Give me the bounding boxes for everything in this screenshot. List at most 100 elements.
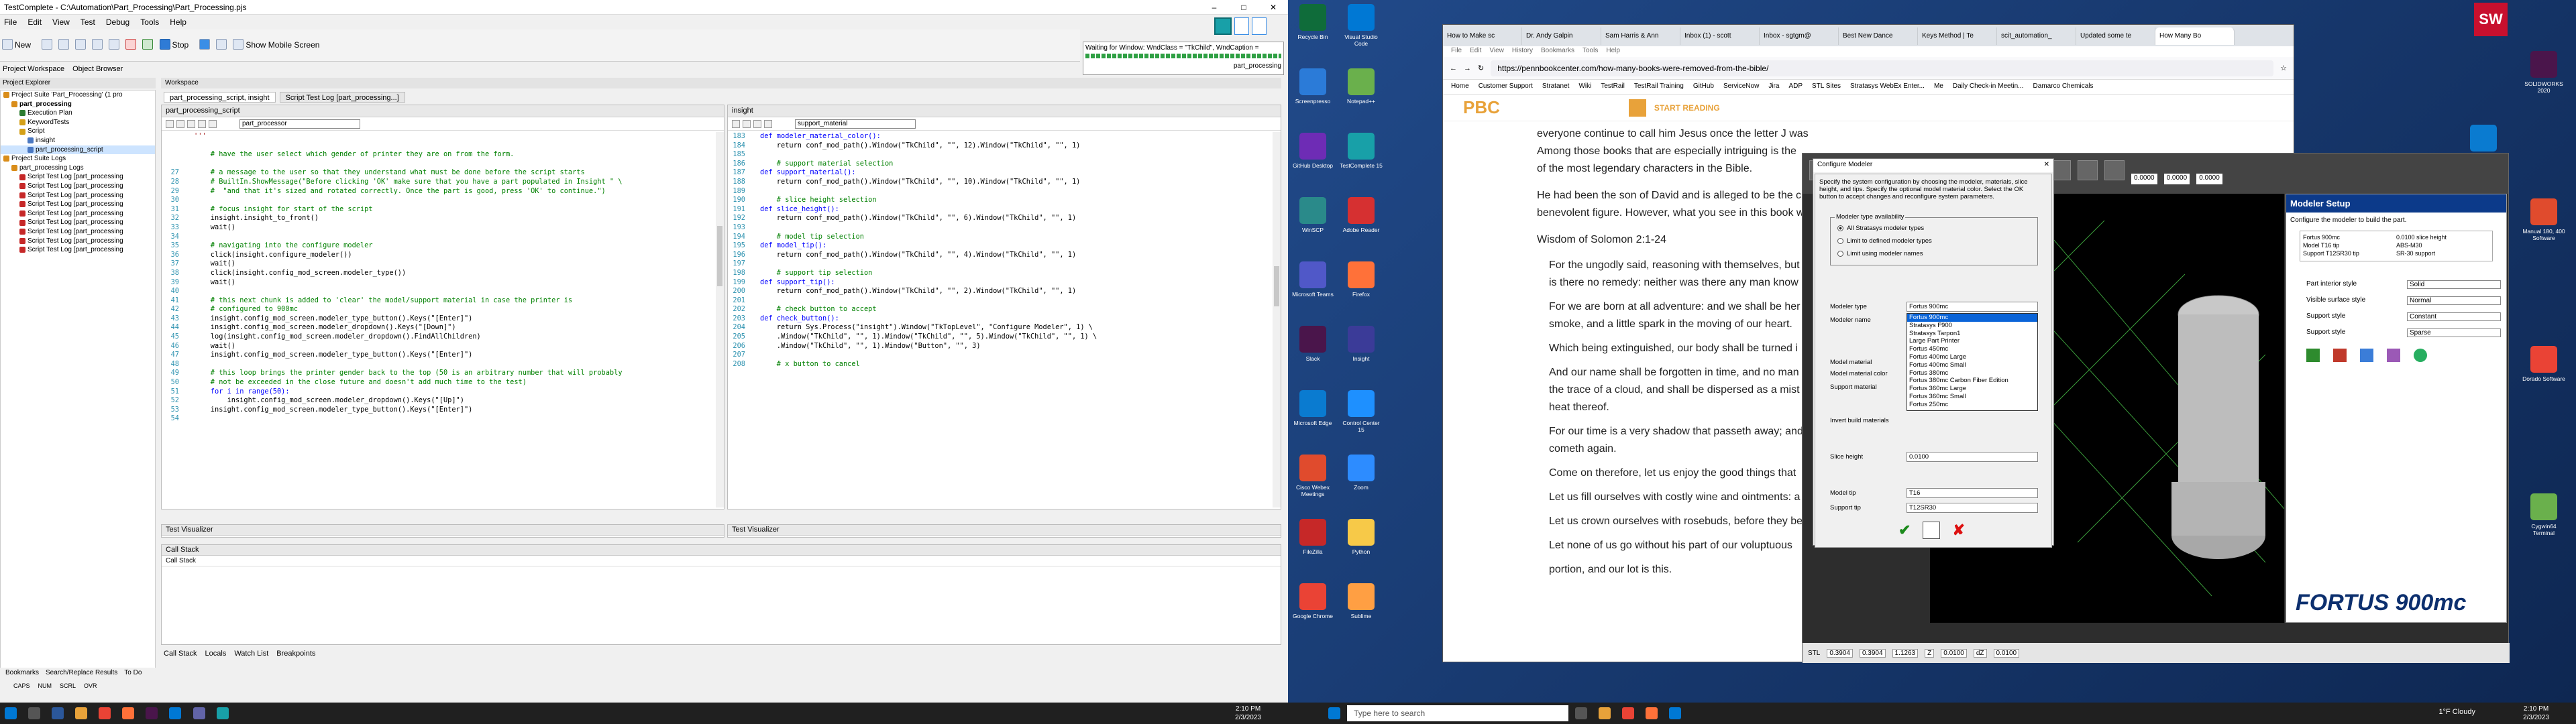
tree-item[interactable]: Script — [1, 127, 155, 136]
toolbar-value[interactable]: 0.0000 — [2131, 174, 2157, 184]
task-view-icon[interactable] — [52, 707, 64, 719]
status-tab[interactable]: Bookmarks — [5, 669, 39, 678]
start-reading-link[interactable]: START READING — [1654, 103, 1720, 113]
workspace-tab[interactable]: Object Browser — [72, 65, 123, 73]
desktop-shortcut[interactable]: TestComplete 15 — [1340, 131, 1383, 176]
settings-icon[interactable] — [2104, 160, 2125, 180]
modeler-option[interactable]: Stratasys Tarpon1 — [1907, 330, 2037, 338]
document-tab[interactable]: Script Test Log [part_processing...] — [279, 92, 405, 103]
firefox-icon[interactable] — [1646, 707, 1658, 719]
bookmark-link[interactable]: Stratanet — [1542, 82, 1570, 91]
open-icon[interactable] — [42, 39, 53, 50]
browser-tab[interactable]: Inbox (1) - scott — [1680, 27, 1760, 45]
browser-tab[interactable]: How Many Bo — [2155, 27, 2235, 45]
save-all-icon[interactable] — [75, 39, 87, 50]
vscode-icon[interactable] — [169, 707, 182, 719]
browser-tab[interactable]: Updated some te — [2076, 27, 2155, 45]
browser-tab[interactable]: Inbox - sgtgm@ — [1760, 27, 1839, 45]
bookmark-link[interactable]: GitHub — [1693, 82, 1714, 91]
tree-item[interactable]: Script Test Log [part_processing — [1, 237, 155, 246]
desktop-shortcut[interactable]: SOLIDWORKS 2020 — [2522, 50, 2565, 94]
left-code-area[interactable]: ''' # have the user select which gender … — [162, 131, 724, 506]
minimize-button[interactable]: – — [1199, 0, 1229, 15]
desktop-shortcut[interactable]: Sublime — [1340, 582, 1383, 626]
modeler-option[interactable]: Fortus 380mc Carbon Fiber Edition — [1907, 377, 2037, 385]
bookmark-link[interactable]: ServiceNow — [1723, 82, 1759, 91]
left-editor-scrollbar[interactable] — [716, 132, 724, 507]
forward-icon[interactable]: → — [1464, 64, 1471, 72]
desktop-shortcut[interactable]: Manual 180, 400 Software — [2522, 197, 2565, 241]
setup-row-select[interactable]: Constant — [2407, 312, 2501, 321]
cancel-x-button[interactable]: ✘ — [1952, 522, 1964, 539]
dialog-close-icon[interactable]: ✕ — [2044, 161, 2049, 170]
menu-item[interactable]: File — [4, 17, 17, 27]
start-icon[interactable] — [1328, 707, 1340, 719]
availability-radio[interactable]: All Stratasys modeler types — [1837, 225, 1924, 232]
modeler-option[interactable]: Fortus 400mc Large — [1907, 353, 2037, 361]
desktop-shortcut[interactable]: Notepad++ — [1340, 67, 1383, 111]
forward-icon[interactable] — [209, 119, 217, 128]
explorer-icon[interactable] — [75, 707, 88, 719]
show-mobile-screen-button[interactable]: Show Mobile Screen — [246, 40, 319, 50]
flag-icon[interactable] — [2306, 349, 2320, 362]
bottom-tab[interactable]: Watch List — [234, 650, 268, 658]
bottom-tab[interactable]: Breakpoints — [276, 650, 315, 658]
back-icon[interactable] — [198, 119, 206, 128]
close-button[interactable]: ✕ — [1258, 0, 1288, 15]
modeler-option[interactable]: Fortus 360mc Small — [1907, 393, 2037, 401]
support-icon[interactable] — [2360, 349, 2373, 362]
desktop-shortcut[interactable]: Adobe Reader — [1340, 196, 1383, 240]
maximize-button[interactable]: □ — [1229, 0, 1258, 15]
menu-item[interactable]: Edit — [28, 17, 42, 27]
setup-row-select[interactable]: Normal — [2407, 296, 2501, 305]
ok-check-button[interactable]: ✔ — [1898, 522, 1911, 539]
site-logo[interactable]: PBC — [1463, 97, 1500, 118]
stop-button[interactable]: Stop — [172, 40, 189, 50]
desktop-shortcut[interactable]: Python — [1340, 518, 1383, 562]
desktop-shortcut[interactable]: GitHub Desktop — [1291, 131, 1334, 176]
modeler-option[interactable]: Large Part Printer — [1907, 337, 2037, 345]
menu-item[interactable]: View — [52, 17, 70, 27]
bookmark-link[interactable]: STL Sites — [1812, 82, 1841, 91]
slack-icon[interactable] — [146, 707, 158, 719]
redo-icon[interactable] — [109, 39, 120, 50]
back-icon[interactable] — [764, 119, 772, 128]
slice-height-select[interactable]: 0.0100 — [1907, 452, 2038, 462]
setup-row-select[interactable]: Sparse — [2407, 328, 2501, 337]
browser-tab[interactable]: Best New Dance — [1839, 27, 1918, 45]
step-icon[interactable] — [216, 39, 227, 50]
browser-tab[interactable]: Sam Harris & Ann — [1601, 27, 1680, 45]
tree-item[interactable]: part_processing_script — [1, 145, 155, 155]
model-tip-select[interactable]: T16 — [1907, 488, 2038, 498]
right-editor-scrollbar[interactable] — [1273, 132, 1281, 507]
menu-item[interactable]: Help — [170, 17, 186, 27]
record-icon[interactable] — [125, 39, 137, 50]
tree-item[interactable]: Script Test Log [part_processing — [1, 182, 155, 191]
toolbar-value[interactable]: 0.0000 — [2163, 174, 2190, 184]
modeler-type-select[interactable]: Fortus 900mc — [1907, 302, 2038, 312]
tree-item[interactable]: Script Test Log [part_processing — [1, 209, 155, 219]
tree-item[interactable]: Script Test Log [part_processing — [1, 172, 155, 182]
browser-tab[interactable]: Keys Method | Te — [1918, 27, 1997, 45]
bookmark-link[interactable]: Home — [1451, 82, 1469, 91]
bottom-tab[interactable]: Call Stack — [164, 650, 197, 658]
site-search-icon[interactable] — [1628, 99, 1646, 117]
undo-icon[interactable] — [92, 39, 103, 50]
workspace-tab[interactable]: Project Workspace — [3, 65, 64, 73]
indent-icon[interactable] — [176, 119, 184, 128]
routine-dropdown[interactable]: part_processor — [239, 119, 360, 129]
desktop-shortcut[interactable]: Dorado Software — [2522, 345, 2565, 389]
bookmark-link[interactable]: TestRail — [1601, 82, 1625, 91]
script-editor-right[interactable]: insight support_material 183 def modeler_… — [727, 105, 1281, 509]
bookmark-link[interactable]: Damarco Chemicals — [2033, 82, 2093, 91]
desktop-shortcut[interactable]: Insight — [1340, 324, 1383, 369]
tree-item[interactable]: Script Test Log [part_processing — [1, 227, 155, 237]
stop-run-icon[interactable] — [1252, 17, 1267, 35]
availability-radio[interactable]: Limit using modeler names — [1837, 250, 1923, 257]
pause-icon[interactable] — [199, 39, 211, 50]
bookmark-link[interactable]: ADP — [1788, 82, 1803, 91]
mesh-icon[interactable] — [2414, 349, 2427, 362]
status-tab[interactable]: Search/Replace Results — [46, 669, 117, 678]
bookmark-link[interactable]: Wiki — [1578, 82, 1591, 91]
tree-item[interactable]: Execution Plan — [1, 109, 155, 118]
